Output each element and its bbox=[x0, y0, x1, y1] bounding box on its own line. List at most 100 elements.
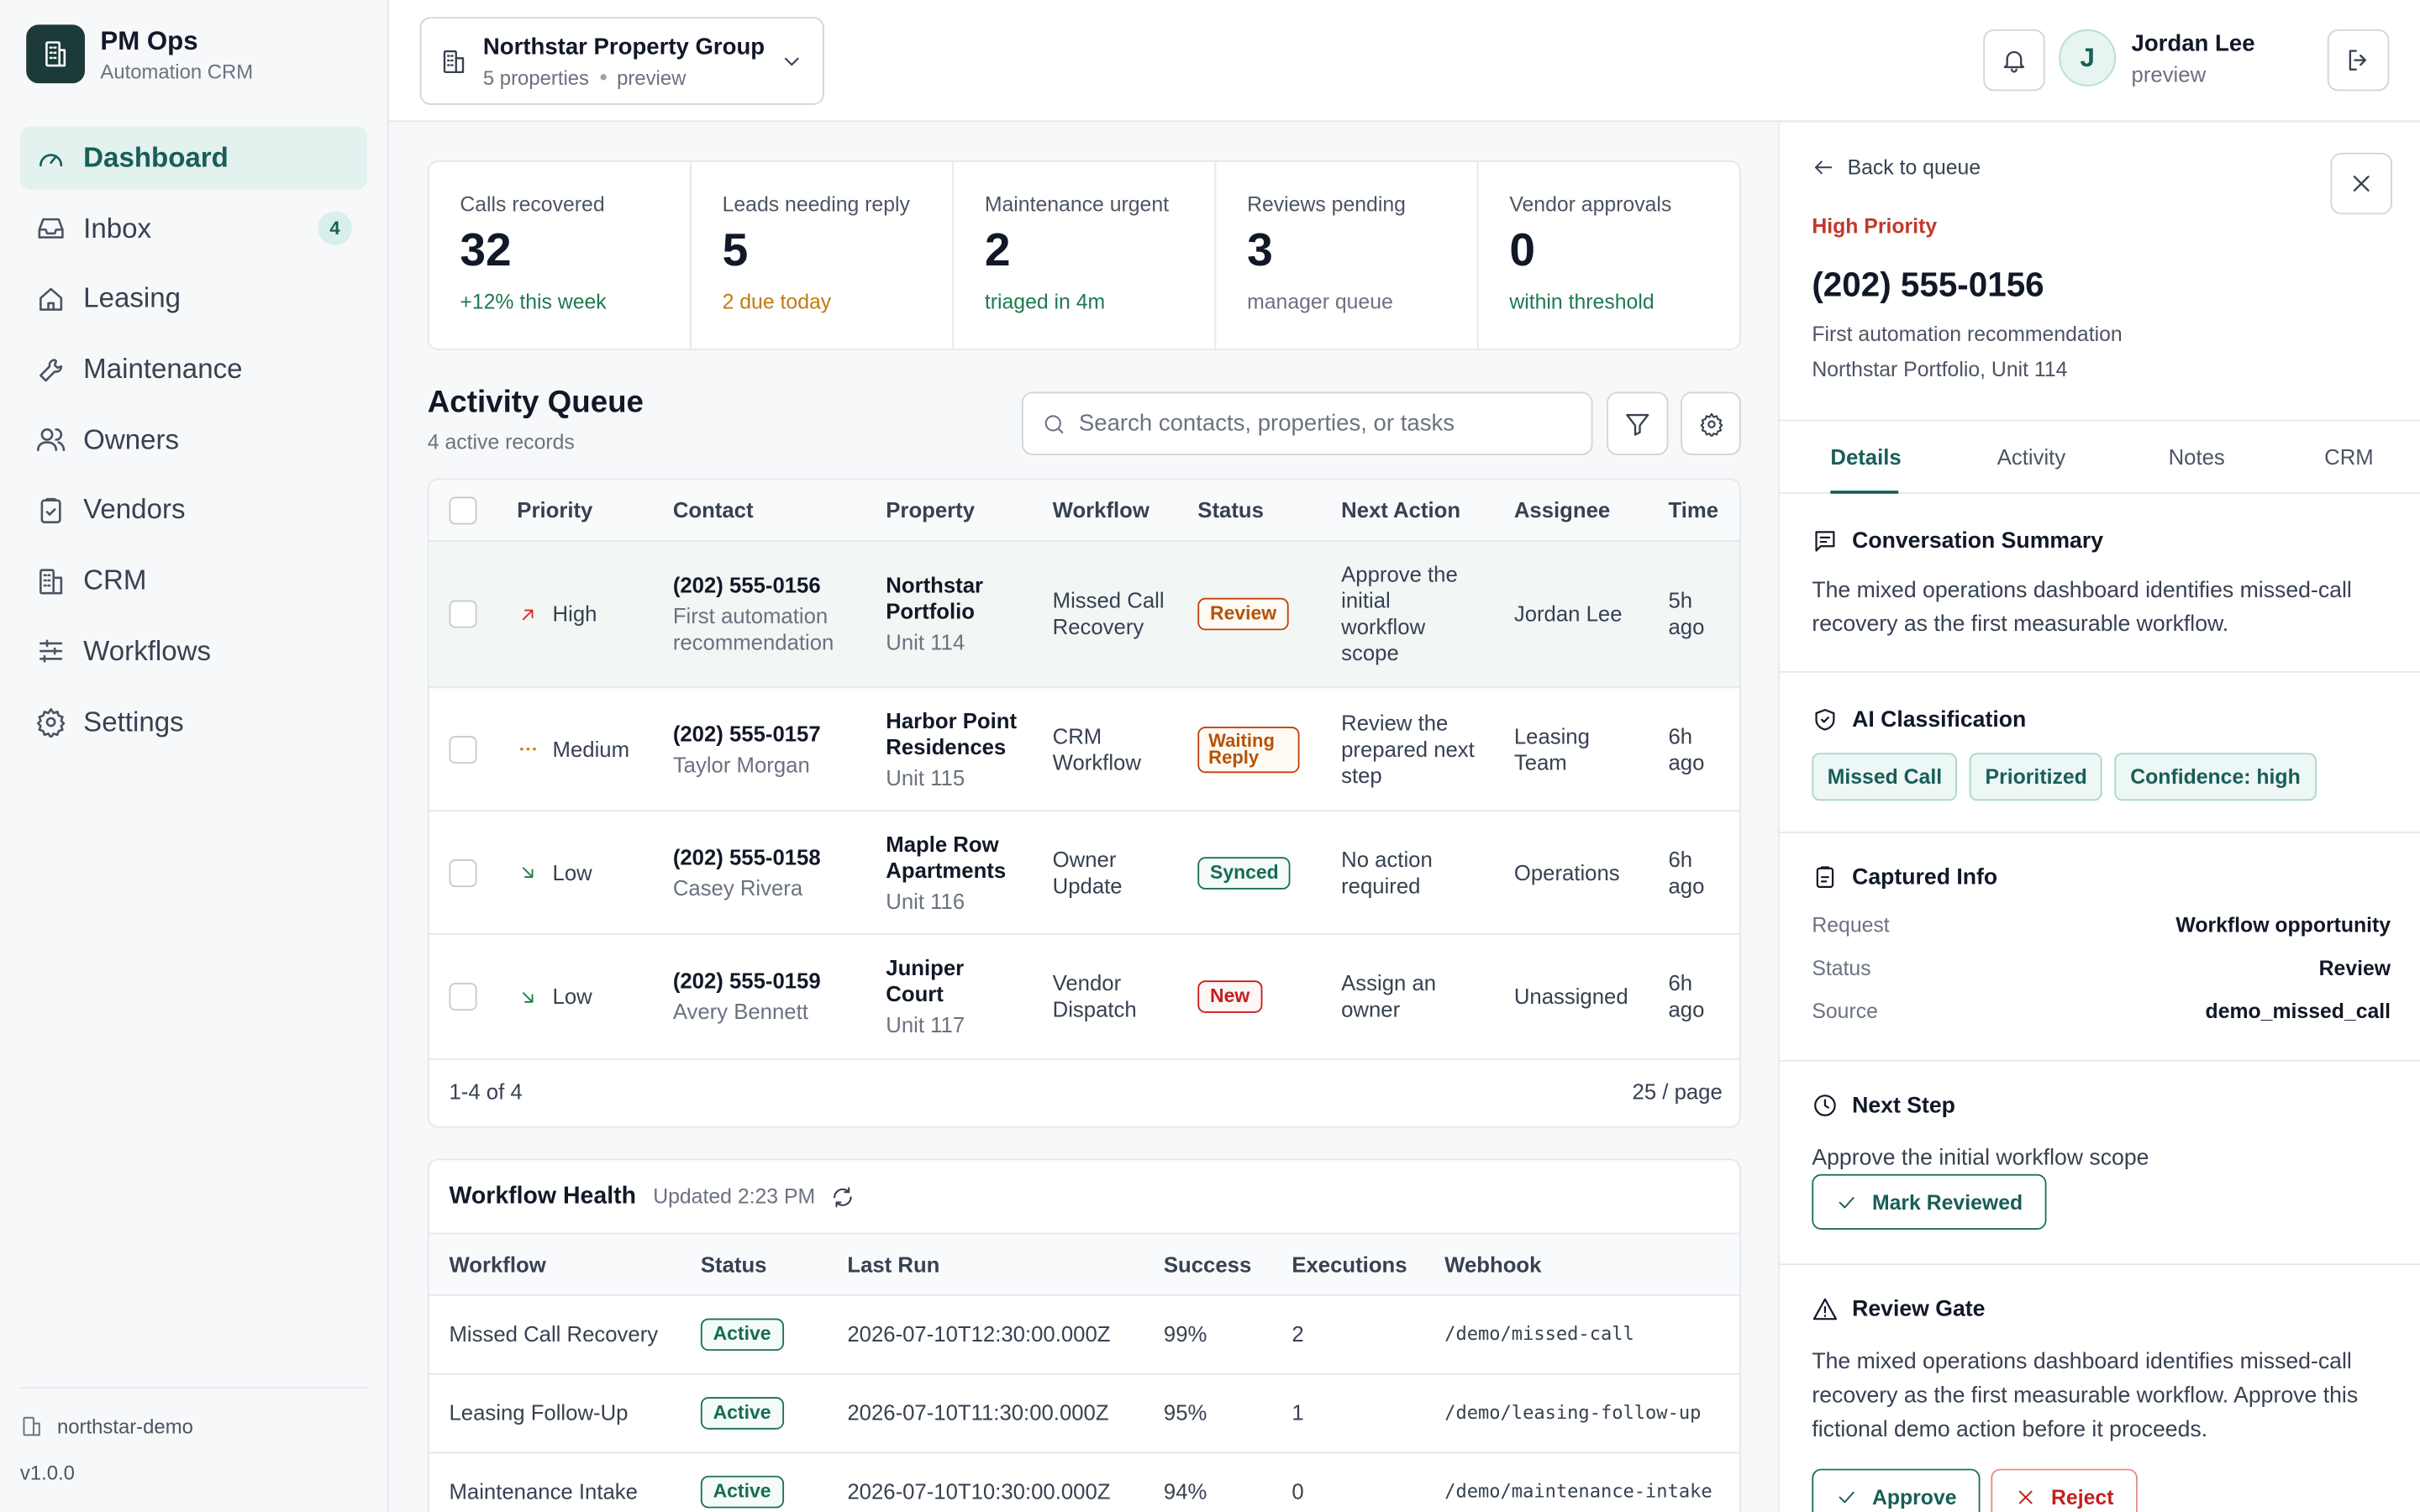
workflow-cell: Vendor Dispatch bbox=[1052, 970, 1137, 1021]
arrow-down-right-icon bbox=[522, 991, 534, 1002]
table-row[interactable]: Missed Call Recovery Active 2026-07-10T1… bbox=[429, 1296, 1740, 1375]
row-checkbox[interactable] bbox=[449, 983, 477, 1011]
filter-button[interactable] bbox=[1607, 391, 1669, 455]
chip-missed-call: Missed Call bbox=[1812, 753, 1958, 801]
col-assignee[interactable]: Assignee bbox=[1514, 496, 1610, 522]
status-badge: Active bbox=[700, 1475, 784, 1509]
workflow-health-card: Workflow Health Updated 2:23 PM Workflow… bbox=[427, 1158, 1741, 1512]
workflow-name: Missed Call Recovery bbox=[449, 1321, 659, 1347]
review-gate-section: Review Gate The mixed operations dashboa… bbox=[1780, 1265, 2420, 1512]
sidebar-item-leasing[interactable]: Leasing bbox=[20, 267, 367, 330]
check-icon bbox=[1839, 1490, 1854, 1503]
workflow-cell: Missed Call Recovery bbox=[1052, 587, 1165, 639]
user-menu[interactable]: J Jordan Lee preview bbox=[2059, 29, 2255, 87]
status-badge: Synced bbox=[1197, 856, 1292, 889]
sidebar-item-label: Settings bbox=[83, 706, 184, 738]
clipboard-icon bbox=[1816, 866, 1834, 888]
notifications-button[interactable] bbox=[1983, 29, 2045, 92]
col-status[interactable]: Status bbox=[1197, 496, 1264, 522]
logout-button[interactable] bbox=[2327, 29, 2390, 92]
sidebar-item-workflows[interactable]: Workflows bbox=[20, 620, 367, 683]
avatar: J bbox=[2059, 29, 2117, 87]
sidebar-item-inbox[interactable]: Inbox 4 bbox=[20, 197, 367, 260]
chip-confidence: Confidence: high bbox=[2114, 753, 2317, 801]
priority-cell: Low bbox=[517, 859, 592, 885]
org-switcher[interactable]: Northstar Property Group 5 properties pr… bbox=[419, 17, 824, 105]
assignee-cell: Unassigned bbox=[1513, 983, 1628, 1009]
sidebar-item-label: Leasing bbox=[83, 282, 182, 314]
contact-phone: (202) 555-0156 bbox=[1812, 265, 2044, 304]
status-badge: Active bbox=[700, 1397, 784, 1430]
review-gate-text: The mixed operations dashboard identifie… bbox=[1812, 1350, 2359, 1443]
col-workflow: Workflow bbox=[449, 1251, 546, 1276]
table-row[interactable]: Medium (202) 555-0157 Taylor Morgan Harb… bbox=[429, 688, 1740, 812]
tab-details[interactable]: Details bbox=[1830, 444, 1901, 469]
updated-time: Updated 2:23 PM bbox=[653, 1184, 816, 1209]
workflow-name: Leasing Follow-Up bbox=[449, 1399, 629, 1425]
table-row[interactable]: Leasing Follow-Up Active 2026-07-10T11:3… bbox=[429, 1375, 1740, 1454]
contact-cell: (202) 555-0158 Casey Rivera bbox=[672, 843, 821, 900]
sidebar-footer: northstar-demo v1.0.0 bbox=[19, 1387, 368, 1484]
priority-label: High Priority bbox=[1812, 214, 1938, 238]
reject-button[interactable]: Reject bbox=[1991, 1468, 2138, 1512]
arrow-up-right-icon bbox=[522, 608, 534, 620]
table-header: Workflow Status Last Run Success Executi… bbox=[429, 1234, 1740, 1296]
back-to-queue-link[interactable]: Back to queue bbox=[1812, 156, 1981, 179]
col-priority[interactable]: Priority bbox=[517, 496, 592, 522]
success-rate: 94% bbox=[1163, 1478, 1207, 1504]
queue-header: Activity Queue 4 active records bbox=[428, 386, 1741, 463]
status-badge: Active bbox=[700, 1318, 784, 1352]
chevron-down-icon bbox=[784, 56, 799, 66]
building-icon bbox=[39, 568, 63, 594]
time-cell: 6h ago bbox=[1668, 970, 1705, 1021]
col-webhook: Webhook bbox=[1444, 1251, 1542, 1276]
col-workflow[interactable]: Workflow bbox=[1053, 496, 1150, 522]
approve-button[interactable]: Approve bbox=[1812, 1468, 1981, 1512]
sidebar-item-owners[interactable]: Owners bbox=[20, 408, 367, 471]
sidebar-item-crm[interactable]: CRM bbox=[20, 549, 367, 612]
close-button[interactable] bbox=[2330, 152, 2392, 215]
filter-icon bbox=[1626, 412, 1649, 435]
sidebar-item-settings[interactable]: Settings bbox=[20, 690, 367, 753]
status-badge: Waiting Reply bbox=[1197, 726, 1306, 773]
tab-activity[interactable]: Activity bbox=[1997, 444, 2065, 469]
shield-check-icon bbox=[1815, 709, 1835, 731]
tab-notes[interactable]: Notes bbox=[2169, 444, 2225, 469]
execution-count: 1 bbox=[1292, 1399, 1304, 1425]
mark-reviewed-button[interactable]: Mark Reviewed bbox=[1812, 1173, 2046, 1230]
contact-cell: (202) 555-0157 Taylor Morgan bbox=[672, 720, 821, 776]
col-success: Success bbox=[1163, 1251, 1252, 1276]
contact-cell: (202) 555-0156 First automation recommen… bbox=[672, 572, 834, 654]
sidebar-item-vendors[interactable]: Vendors bbox=[20, 479, 367, 542]
search-input[interactable] bbox=[1078, 410, 1573, 437]
brand: PM Ops Automation CRM bbox=[0, 0, 387, 108]
property-cell: Harbor Point Residences Unit 115 bbox=[886, 707, 1018, 790]
col-contact[interactable]: Contact bbox=[673, 496, 754, 522]
sidebar-item-maintenance[interactable]: Maintenance bbox=[20, 338, 367, 401]
col-next-action[interactable]: Next Action bbox=[1341, 496, 1460, 522]
col-time[interactable]: Time bbox=[1669, 496, 1719, 522]
row-checkbox[interactable] bbox=[449, 600, 477, 628]
table-row[interactable]: Low (202) 555-0158 Casey Rivera Maple Ro… bbox=[429, 811, 1740, 936]
clock-icon bbox=[1814, 1095, 1836, 1116]
sidebar-item-dashboard[interactable]: Dashboard bbox=[19, 126, 368, 190]
table-row[interactable]: Low (202) 555-0159 Avery Bennett Juniper… bbox=[429, 935, 1740, 1060]
table-row[interactable]: Maintenance Intake Active 2026-07-10T10:… bbox=[429, 1453, 1739, 1512]
assignee-cell: Operations bbox=[1513, 859, 1620, 885]
row-checkbox[interactable] bbox=[449, 858, 477, 887]
table-footer: 1-4 of 4 25 / page bbox=[429, 1058, 1739, 1126]
building-icon bbox=[443, 49, 465, 73]
building-icon bbox=[26, 24, 86, 84]
tab-crm[interactable]: CRM bbox=[2324, 444, 2374, 469]
select-all-checkbox[interactable] bbox=[449, 496, 477, 524]
queue-settings-button[interactable] bbox=[1681, 391, 1741, 455]
row-checkbox[interactable] bbox=[449, 735, 477, 764]
table-row[interactable]: High (202) 555-0156 First automation rec… bbox=[429, 541, 1740, 689]
clipboard-check-icon bbox=[40, 497, 61, 523]
page-size-select[interactable]: 25 / page bbox=[1633, 1079, 1723, 1105]
assignee-cell: Leasing Team bbox=[1513, 722, 1590, 774]
stat-vendor-approvals: Vendor approvals 0 within threshold bbox=[1509, 192, 1672, 313]
refresh-icon[interactable] bbox=[831, 1184, 855, 1209]
col-property[interactable]: Property bbox=[886, 496, 975, 522]
org-name: Northstar Property Group bbox=[482, 33, 765, 60]
